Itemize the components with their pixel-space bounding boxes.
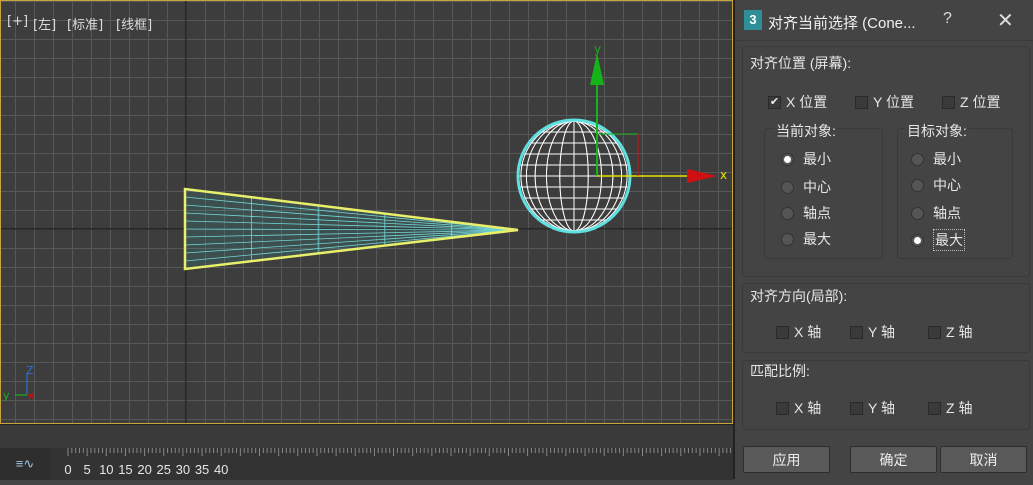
orient-x-checkbox[interactable]: X 轴 (776, 322, 821, 342)
gizmo-x-label: x (720, 168, 727, 182)
scale-y-checkbox[interactable]: Y 轴 (850, 398, 895, 418)
frame-number-label: 20 (137, 462, 152, 477)
target-min-radio[interactable]: 最小 (911, 149, 961, 169)
frame-number-label: 10 (99, 462, 114, 477)
frame-number-label: 15 (118, 462, 133, 477)
frame-number-label: 35 (194, 462, 210, 477)
x-position-label: X 位置 (786, 94, 828, 110)
scale-z-checkbox[interactable]: Z 轴 (928, 398, 972, 418)
viewport-canvas[interactable]: y x Z y x (1, 1, 733, 424)
viewport-menu-plus[interactable]: [+] (7, 14, 28, 29)
match-scale-title: 匹配比例: (750, 363, 810, 379)
y-axis-arrow (590, 53, 604, 85)
apply-button[interactable]: 应用 (743, 446, 830, 473)
align-orientation-title: 对齐方向(局部): (750, 288, 848, 304)
frame-number-label: 40 (213, 462, 229, 477)
timeline: ≡∿ 0 5 10 15 20 25 30 35 40 (0, 424, 733, 480)
align-selection-dialog: 3 对齐当前选择 (Cone... ? ✕ 对齐位置 (屏幕): ✔ X 位置 … (733, 0, 1033, 479)
tripod-y-label: y (3, 389, 10, 402)
gizmo-y-label: y (594, 42, 601, 56)
track-bar[interactable]: ≡∿ 0 5 10 15 20 25 30 35 40 (0, 448, 733, 480)
scale-x-checkbox[interactable]: X 轴 (776, 398, 821, 418)
current-max-radio[interactable]: 最大 (781, 229, 831, 249)
target-object-title: 目标对象: (905, 121, 969, 141)
cone-object (183, 187, 519, 271)
frame-number-label: 25 (156, 462, 171, 477)
current-pivot-radio[interactable]: 轴点 (781, 203, 831, 223)
viewport-left[interactable]: y x Z y x [+] [左] [标准] [线框] (0, 0, 733, 424)
target-pivot-radio[interactable]: 轴点 (911, 203, 961, 223)
checkbox-checked-icon[interactable]: ✔ (768, 95, 781, 109)
frame-ruler[interactable]: 0 5 10 15 20 25 30 35 40 (50, 448, 733, 480)
current-center-radio[interactable]: 中心 (781, 177, 831, 197)
target-center-radio[interactable]: 中心 (911, 175, 961, 195)
viewport-wireframe-mode[interactable]: [线框] (116, 14, 152, 33)
dialog-titlebar[interactable]: 3 对齐当前选择 (Cone... ? ✕ (735, 0, 1033, 41)
current-min-radio[interactable]: 最小 (781, 149, 831, 169)
frame-number-label: 0 (64, 462, 72, 477)
align-position-title: 对齐位置 (屏幕): (750, 55, 852, 71)
help-button[interactable]: ? (943, 10, 952, 28)
y-position-label: Y 位置 (873, 94, 914, 110)
z-position-label: Z 位置 (960, 94, 1001, 110)
ok-button[interactable]: 确定 (850, 446, 937, 473)
close-icon[interactable]: ✕ (997, 8, 1014, 33)
frame-number-label: 30 (175, 462, 191, 477)
x-axis-arrow (687, 169, 717, 183)
orient-y-checkbox[interactable]: Y 轴 (850, 322, 895, 342)
orient-z-checkbox[interactable]: Z 轴 (928, 322, 972, 342)
dialog-title: 对齐当前选择 (Cone... (768, 15, 916, 32)
y-position-checkbox[interactable]: Y 位置 (855, 92, 914, 112)
target-max-radio[interactable]: 最大 (911, 229, 965, 251)
x-position-checkbox[interactable]: ✔ X 位置 (768, 92, 827, 112)
z-position-checkbox[interactable]: Z 位置 (942, 92, 1000, 112)
viewport-shading-standard[interactable]: [标准] (67, 14, 103, 33)
ruler-ticks (67, 448, 732, 456)
curve-editor-icon[interactable]: ≡∿ (0, 448, 50, 480)
cancel-button[interactable]: 取消 (940, 446, 1027, 473)
tripod-x-label: x (28, 389, 35, 402)
3dsmax-app-icon: 3 (744, 10, 762, 30)
tripod-z-label: Z (26, 364, 34, 377)
frame-number-label: 5 (83, 462, 91, 477)
current-object-title: 当前对象: (774, 121, 838, 141)
viewport-point-of-view[interactable]: [左] (33, 14, 56, 33)
